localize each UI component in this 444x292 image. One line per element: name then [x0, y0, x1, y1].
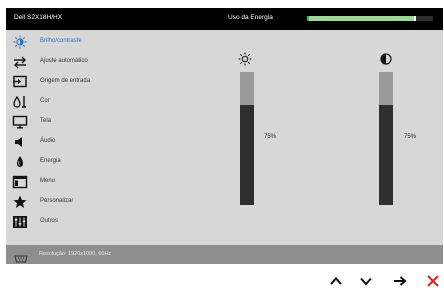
- star-icon: [12, 195, 28, 209]
- up-button[interactable]: [328, 273, 344, 289]
- brightness-slider[interactable]: [240, 72, 254, 205]
- menu-item-label: Outros: [40, 218, 59, 224]
- audio-icon: [12, 135, 28, 149]
- menu-item-label: Brilho/contraste: [40, 38, 82, 44]
- color-icon: [12, 95, 28, 109]
- chevron-down-icon: [360, 277, 372, 286]
- auto-adjust-icon: [12, 55, 28, 69]
- menu-item-audio[interactable]: Áudio: [6, 132, 168, 152]
- monitor-model: Dell S2X18H/HX: [14, 14, 63, 21]
- title-bar: Dell S2X18H/HX Uso da Energia: [6, 8, 443, 30]
- main-menu: Brilho/contraste Ajuste automático Orige…: [6, 30, 168, 245]
- arrow-right-icon: [394, 276, 407, 286]
- energy-usage-label: Uso da Energia: [228, 14, 273, 21]
- menu-item-others[interactable]: Outros: [6, 212, 168, 232]
- settings-panel: 75% 75%: [168, 30, 443, 245]
- contrast-slider[interactable]: [379, 72, 393, 205]
- others-icon: [12, 215, 28, 229]
- menu-icon: [12, 175, 28, 189]
- video-port-icon: [14, 250, 28, 263]
- menu-item-energy[interactable]: Energia: [6, 152, 168, 172]
- energy-usage-meter: [307, 16, 433, 21]
- chevron-up-icon: [330, 277, 342, 285]
- energy-usage-marker: [414, 16, 416, 21]
- sun-icon: [238, 52, 252, 66]
- energy-usage-fill: [307, 16, 414, 21]
- down-button[interactable]: [358, 273, 374, 289]
- brightness-slider-empty: [240, 72, 254, 105]
- menu-item-label: Menu: [40, 178, 56, 184]
- status-bar: Resolução: 1920x1080, 60Hz: [6, 245, 443, 264]
- menu-item-menu[interactable]: Menu: [6, 172, 168, 192]
- contrast-value: 75%: [404, 134, 417, 140]
- menu-item-label: Personalizar: [40, 198, 74, 204]
- menu-item-auto-adjust[interactable]: Ajuste automático: [6, 52, 168, 72]
- resolution-text: Resolução: 1920x1080, 60Hz: [39, 251, 112, 257]
- contrast-slider-empty: [379, 72, 393, 105]
- menu-item-label: Origem de entrada: [40, 78, 91, 84]
- menu-item-input-source[interactable]: Origem de entrada: [6, 72, 168, 92]
- brightness-icon: [12, 35, 28, 49]
- menu-item-personalize[interactable]: Personalizar: [6, 192, 168, 212]
- menu-item-label: Áudio: [40, 138, 56, 144]
- display-icon: [12, 115, 28, 129]
- menu-item-display[interactable]: Tela: [6, 112, 168, 132]
- contrast-icon: [379, 52, 393, 66]
- menu-item-label: Ajuste automático: [40, 58, 88, 64]
- osd-window: Dell S2X18H/HX Uso da Energia Brilho/con…: [6, 8, 443, 264]
- input-source-icon: [12, 75, 28, 89]
- exit-button[interactable]: [425, 273, 441, 289]
- brightness-value: 75%: [264, 134, 277, 140]
- menu-item-label: Energia: [40, 158, 61, 164]
- energy-icon: [12, 155, 28, 169]
- menu-item-label: Tela: [40, 118, 52, 124]
- menu-item-label: Cor: [40, 98, 50, 104]
- close-icon: [427, 275, 439, 287]
- enter-button[interactable]: [392, 273, 408, 289]
- menu-item-brightness[interactable]: Brilho/contraste: [6, 32, 168, 52]
- menu-item-color[interactable]: Cor: [6, 92, 168, 112]
